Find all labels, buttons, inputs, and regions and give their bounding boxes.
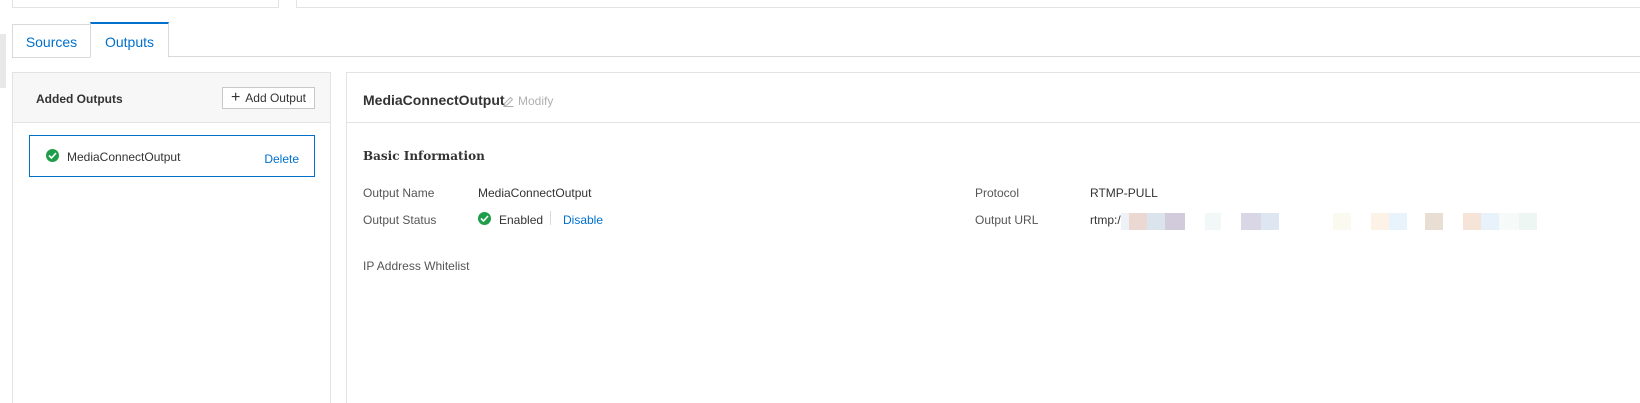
output-list-item[interactable]: MediaConnectOutput Delete (29, 135, 315, 177)
top-info-box (296, 0, 1640, 8)
output-name-value: MediaConnectOutput (478, 186, 592, 200)
output-status-label: Output Status (363, 213, 437, 227)
added-outputs-title: Added Outputs (36, 92, 123, 106)
disable-link[interactable]: Disable (563, 213, 603, 227)
modify-button[interactable]: Modify (503, 94, 553, 108)
add-output-button[interactable]: + Add Output (221, 87, 315, 109)
redacted-url (1121, 213, 1561, 230)
outputs-list-panel: Added Outputs + Add Output MediaConnectO… (12, 72, 331, 403)
basic-information-heading: Basic Information (363, 149, 485, 163)
tab-bar: Sources Outputs (12, 22, 1640, 58)
add-output-label: Add Output (245, 91, 306, 105)
ip-whitelist-label: IP Address Whitelist (363, 259, 470, 273)
output-status-value: Enabled (499, 213, 544, 227)
modify-label: Modify (518, 94, 554, 108)
output-url-label: Output URL (975, 213, 1039, 227)
output-name-label: Output Name (363, 186, 435, 200)
top-filter-box (12, 0, 279, 8)
output-detail-title: MediaConnectOutput (363, 92, 505, 108)
enabled-check-icon (478, 212, 491, 225)
protocol-label: Protocol (975, 186, 1020, 200)
side-scroll-strip (0, 34, 6, 88)
status-divider (550, 211, 551, 225)
pencil-icon (503, 96, 514, 107)
output-url-value: rtmp:/ (1090, 213, 1121, 227)
plus-icon: + (230, 89, 241, 106)
output-item-name: MediaConnectOutput (67, 150, 181, 164)
delete-output-link[interactable]: Delete (264, 152, 299, 166)
tab-outputs[interactable]: Outputs (90, 22, 169, 58)
protocol-value: RTMP-PULL (1090, 186, 1158, 200)
outputs-list-header: Added Outputs + Add Output (13, 73, 330, 123)
tab-sources[interactable]: Sources (12, 24, 90, 58)
check-circle-icon (46, 149, 59, 162)
output-detail-panel: MediaConnectOutput Modify Basic Informat… (346, 72, 1640, 403)
output-detail-header: MediaConnectOutput Modify (347, 73, 1640, 123)
